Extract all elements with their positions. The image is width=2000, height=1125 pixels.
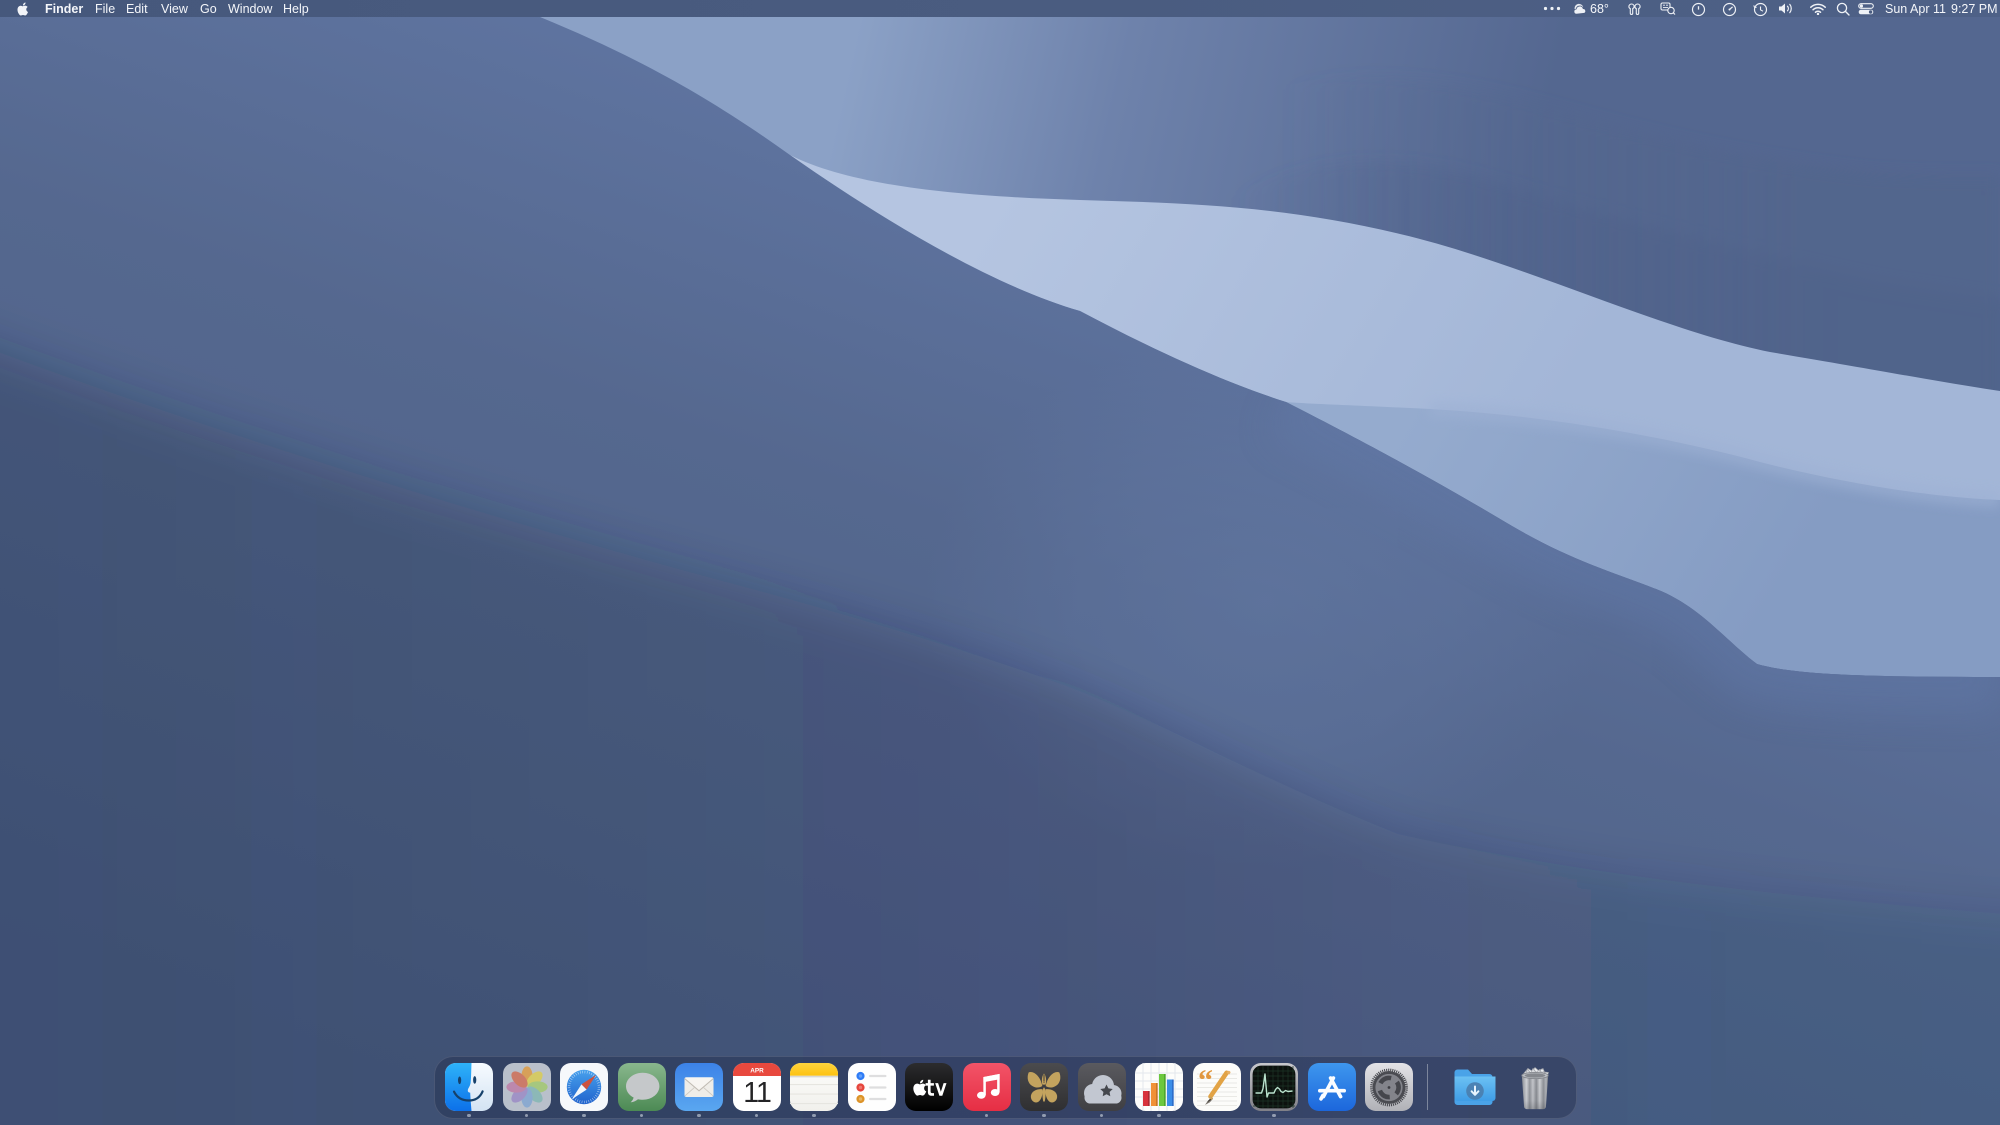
svg-text:11: 11	[743, 1077, 771, 1109]
svg-text:APR: APR	[750, 1068, 764, 1075]
